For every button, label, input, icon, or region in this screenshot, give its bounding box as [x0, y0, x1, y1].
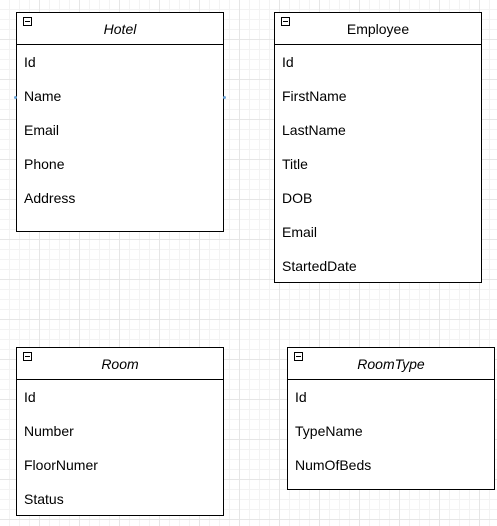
field-email[interactable]: Email [17, 113, 223, 147]
field-list: Id TypeName NumOfBeds [288, 380, 494, 482]
collapse-icon[interactable] [281, 17, 290, 26]
entity-header[interactable]: RoomType [288, 348, 494, 380]
entity-header[interactable]: Room [17, 348, 223, 380]
entity-header[interactable]: Hotel [17, 13, 223, 45]
entity-header[interactable]: Employee [275, 13, 481, 45]
field-list: Id Number FloorNumer Status [17, 380, 223, 516]
field-list: Id FirstName LastName Title DOB Email St… [275, 45, 481, 283]
entity-employee[interactable]: Employee Id FirstName LastName Title DOB… [274, 12, 482, 283]
entity-title: Room [101, 356, 139, 372]
field-status[interactable]: Status [17, 482, 223, 516]
field-address[interactable]: Address [17, 181, 223, 215]
entity-hotel[interactable]: Hotel Id Name Email Phone Address [14, 12, 226, 232]
field-typename[interactable]: TypeName [288, 414, 494, 448]
field-phone[interactable]: Phone [17, 147, 223, 181]
field-floornumer[interactable]: FloorNumer [17, 448, 223, 482]
entity-title: RoomType [357, 356, 425, 372]
field-title[interactable]: Title [275, 147, 481, 181]
field-name[interactable]: Name [17, 79, 223, 113]
connection-point-icon[interactable] [223, 96, 226, 99]
field-email[interactable]: Email [275, 215, 481, 249]
field-id[interactable]: Id [275, 45, 481, 79]
diagram-canvas[interactable]: Hotel Id Name Email Phone Address Employ… [0, 0, 497, 526]
field-list: Id Name Email Phone Address [17, 45, 223, 215]
entity-roomtype[interactable]: RoomType Id TypeName NumOfBeds [287, 347, 495, 490]
field-id[interactable]: Id [17, 380, 223, 414]
field-id[interactable]: Id [288, 380, 494, 414]
collapse-icon[interactable] [23, 17, 32, 26]
collapse-icon[interactable] [294, 352, 303, 361]
field-numofbeds[interactable]: NumOfBeds [288, 448, 494, 482]
connection-point-icon[interactable] [14, 96, 17, 99]
entity-room[interactable]: Room Id Number FloorNumer Status [16, 347, 224, 516]
entity-title: Employee [346, 21, 410, 37]
field-firstname[interactable]: FirstName [275, 79, 481, 113]
entity-title: Hotel [103, 21, 137, 37]
field-lastname[interactable]: LastName [275, 113, 481, 147]
field-id[interactable]: Id [17, 45, 223, 79]
collapse-icon[interactable] [23, 352, 32, 361]
field-number[interactable]: Number [17, 414, 223, 448]
field-dob[interactable]: DOB [275, 181, 481, 215]
field-starteddate[interactable]: StartedDate [275, 249, 481, 283]
